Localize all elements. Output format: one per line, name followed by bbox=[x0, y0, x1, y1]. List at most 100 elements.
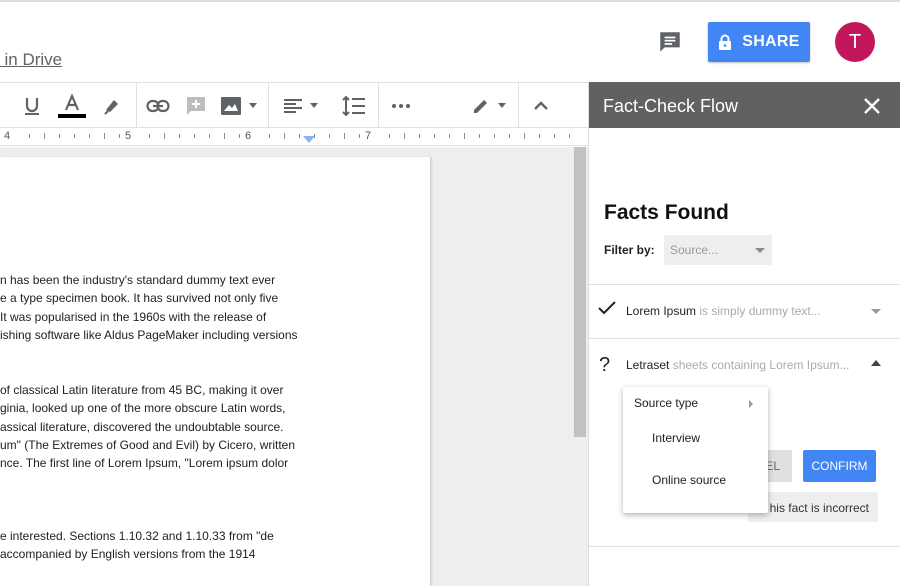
line-spacing-button[interactable] bbox=[338, 83, 370, 129]
ruler-tick bbox=[209, 134, 210, 138]
ruler-tick bbox=[359, 134, 360, 138]
chevron-down-icon bbox=[310, 103, 318, 108]
ruler-tick bbox=[284, 133, 285, 139]
text-line: um" (The Extremes of Good and Evil) by C… bbox=[0, 437, 296, 452]
filter-source-select[interactable]: Source... bbox=[664, 235, 772, 265]
drive-link[interactable]: l in Drive bbox=[0, 50, 62, 70]
ruler-tick bbox=[299, 134, 300, 138]
chevron-down-icon bbox=[755, 248, 765, 253]
ruler-tick bbox=[194, 134, 195, 138]
italic-button[interactable] bbox=[0, 83, 8, 129]
text-color-button[interactable] bbox=[56, 83, 88, 129]
ruler-tick bbox=[74, 134, 75, 138]
align-left-icon bbox=[284, 99, 302, 113]
ruler-tick bbox=[89, 134, 90, 138]
close-icon bbox=[864, 98, 880, 114]
share-label: SHARE bbox=[742, 33, 800, 50]
more-horizontal-icon bbox=[392, 104, 410, 108]
more-options-button[interactable] bbox=[386, 83, 416, 129]
text-line: It was popularised in the 1960s with the… bbox=[0, 309, 267, 324]
paragraph: of classical Latin literature from 45 BC… bbox=[0, 381, 295, 472]
ruler-tick bbox=[554, 134, 555, 138]
toolbar-divider bbox=[518, 83, 519, 129]
ruler-tick bbox=[434, 134, 435, 138]
highlight-button[interactable] bbox=[98, 83, 126, 129]
ruler-tick bbox=[179, 134, 180, 138]
close-button[interactable] bbox=[863, 97, 881, 115]
comments-button[interactable] bbox=[654, 26, 686, 58]
link-icon bbox=[146, 99, 170, 113]
ruler-label: 6 bbox=[245, 130, 252, 142]
ruler-label: 5 bbox=[125, 130, 132, 142]
share-button[interactable]: SHARE bbox=[708, 22, 810, 62]
align-button[interactable] bbox=[278, 83, 324, 129]
comment-icon bbox=[660, 32, 680, 52]
ruler-tick bbox=[569, 134, 570, 138]
top-border bbox=[0, 0, 900, 2]
ruler: 4 5 6 7 bbox=[0, 128, 588, 146]
ruler-tick bbox=[164, 133, 165, 139]
insert-image-button[interactable] bbox=[216, 83, 262, 129]
panel-header: Fact-Check Flow bbox=[589, 82, 900, 128]
avatar-initial: T bbox=[848, 30, 862, 53]
divider bbox=[589, 284, 900, 285]
chevron-up-icon bbox=[534, 101, 548, 110]
filter-placeholder: Source... bbox=[670, 243, 719, 257]
underline-button[interactable] bbox=[18, 83, 46, 129]
menu-item-online-source[interactable]: Online source bbox=[652, 473, 726, 487]
scrollbar[interactable] bbox=[574, 147, 586, 437]
chevron-down-icon bbox=[249, 103, 257, 108]
menu-item-interview[interactable]: Interview bbox=[652, 431, 700, 445]
ruler-tick bbox=[104, 133, 105, 139]
ruler-tick bbox=[344, 133, 345, 139]
fact-item-expanded[interactable]: ? Letraset sheets containing Lorem Ipsum… bbox=[589, 340, 900, 390]
text-line: accompanied by English versions from the… bbox=[0, 547, 256, 562]
check-icon bbox=[598, 301, 616, 315]
avatar[interactable]: T bbox=[835, 22, 875, 62]
menu-item-label: Source type bbox=[634, 396, 699, 410]
confirm-button[interactable]: CONFIRM bbox=[803, 450, 876, 482]
menu-item-source-type[interactable]: Source type bbox=[634, 396, 764, 412]
text-color-icon bbox=[58, 93, 86, 118]
fact-text: Letraset sheets containing Lorem Ipsum..… bbox=[626, 358, 849, 372]
toolbar bbox=[0, 82, 588, 129]
source-type-menu: Source type Interview Online source bbox=[623, 387, 768, 513]
ruler-label: 4 bbox=[4, 130, 11, 142]
chevron-up-icon bbox=[871, 360, 881, 366]
toolbar-divider bbox=[136, 83, 137, 129]
collapse-toolbar-button[interactable] bbox=[526, 83, 556, 129]
paragraph: e interested. Sections 1.10.32 and 1.10.… bbox=[0, 527, 274, 564]
highlighter-icon bbox=[104, 100, 118, 115]
question-mark-icon: ? bbox=[599, 354, 611, 376]
divider bbox=[589, 338, 900, 339]
ruler-tick bbox=[449, 134, 450, 138]
ruler-tick bbox=[239, 134, 240, 138]
editing-mode-button[interactable] bbox=[466, 83, 512, 129]
underline-icon bbox=[25, 98, 39, 115]
fact-incorrect-label: his fact is incorrect bbox=[769, 501, 869, 515]
indent-marker[interactable] bbox=[303, 136, 315, 143]
facts-found-heading: Facts Found bbox=[604, 201, 729, 224]
chevron-down-icon bbox=[871, 309, 881, 314]
ruler-tick bbox=[404, 133, 405, 139]
lock-icon bbox=[719, 34, 732, 50]
document-page[interactable]: n has been the industry's standard dummy… bbox=[0, 157, 431, 586]
fact-item[interactable]: Lorem Ipsum is simply dummy text... bbox=[589, 286, 900, 336]
text-line: assical literature, discovered the undou… bbox=[0, 419, 284, 434]
add-comment-button[interactable] bbox=[182, 83, 210, 129]
text-line: ginia, looked up one of the more obscure… bbox=[0, 401, 286, 416]
paragraph: n has been the industry's standard dummy… bbox=[0, 271, 298, 344]
text-line: e a type specimen book. It has survived … bbox=[0, 291, 279, 306]
ruler-tick bbox=[509, 134, 510, 138]
panel-title: Fact-Check Flow bbox=[603, 96, 739, 116]
ruler-tick bbox=[419, 134, 420, 138]
add-comment-icon bbox=[187, 97, 205, 115]
pencil-icon bbox=[474, 100, 487, 113]
divider bbox=[589, 546, 900, 547]
insert-link-button[interactable] bbox=[143, 83, 173, 129]
ruler-tick bbox=[119, 134, 120, 138]
line-spacing-icon bbox=[342, 95, 365, 117]
fact-name: Letraset bbox=[626, 358, 670, 372]
ruler-tick bbox=[494, 134, 495, 138]
toolbar-divider bbox=[268, 83, 269, 129]
